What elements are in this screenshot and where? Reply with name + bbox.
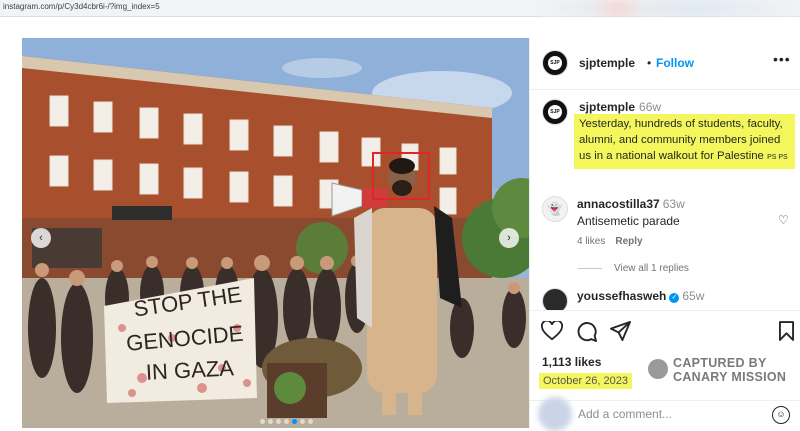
separator-dot: • xyxy=(647,56,652,70)
account-avatar[interactable]: SJP xyxy=(542,50,568,76)
user-avatar-blurred xyxy=(538,397,572,431)
carousel-dot xyxy=(308,419,313,424)
watermark-line1: CAPTURED BY xyxy=(673,356,767,370)
post-actions: 1,113 likes October 26, 2023 CAPTURED BY… xyxy=(530,310,800,400)
add-comment-bar: ☺ xyxy=(530,397,800,431)
verified-badge-icon: ✓ xyxy=(669,293,680,303)
comment-header: annacostilla37 63w xyxy=(577,197,685,211)
caption-text-highlight: Yesterday, hundreds of students, faculty… xyxy=(574,114,795,169)
save-bookmark-icon[interactable] xyxy=(779,321,794,341)
comment-text: Antisemetic parade xyxy=(577,214,680,228)
caption-time: 66w xyxy=(639,100,662,114)
banner-text-line3: IN GAZA xyxy=(145,355,235,385)
share-send-icon[interactable] xyxy=(610,321,631,341)
post-photo[interactable]: STOP THE GENOCIDE IN GAZA ‹ › xyxy=(22,38,529,428)
photo-scene: STOP THE GENOCIDE IN GAZA xyxy=(22,38,529,428)
avatar-logo-text: SJP xyxy=(548,56,562,70)
reply-button[interactable]: Reply xyxy=(615,236,642,247)
more-options-icon[interactable]: ••• xyxy=(773,51,791,67)
comment-bubble-icon[interactable] xyxy=(576,321,597,342)
canary-logo-icon xyxy=(648,359,668,379)
carousel-dot xyxy=(284,419,289,424)
likes-count[interactable]: 1,113 likes xyxy=(542,355,601,369)
previous-image-button[interactable]: ‹ xyxy=(31,228,51,248)
account-username[interactable]: sjptemple xyxy=(579,56,635,70)
carousel-dot xyxy=(292,419,297,424)
carousel-dot xyxy=(276,419,281,424)
like-heart-icon[interactable] xyxy=(541,321,563,341)
comment-username[interactable]: annacostilla37 xyxy=(577,197,660,211)
browser-address-bar[interactable]: instagram.com/p/Cy3d4cbr6i-/?img_index=5 xyxy=(0,0,800,17)
caption-text: Yesterday, hundreds of students, faculty… xyxy=(579,118,783,162)
view-replies-link[interactable]: View all 1 replies xyxy=(578,263,689,274)
caption-avatar[interactable]: SJP xyxy=(542,99,568,125)
carousel-dot xyxy=(300,419,305,424)
url-text[interactable]: instagram.com/p/Cy3d4cbr6i-/?img_index=5 xyxy=(3,2,160,11)
post-panel: SJP sjptemple • Follow ••• SJP sjptemple… xyxy=(529,38,800,431)
comment-likes[interactable]: 4 likes xyxy=(577,236,605,247)
ghost-avatar-icon[interactable]: 👻 xyxy=(542,196,568,222)
avatar-logo-text: SJP xyxy=(548,105,562,119)
comment-time: 63w xyxy=(662,197,685,211)
comment-time: 65w xyxy=(682,289,705,303)
caption-username[interactable]: sjptemple xyxy=(579,100,635,114)
carousel-dots xyxy=(260,419,313,424)
carousel-dot xyxy=(260,419,265,424)
watermark-stamp: CAPTURED BY CANARY MISSION xyxy=(648,355,798,385)
follow-button[interactable]: Follow xyxy=(656,56,694,70)
emoji-picker-icon[interactable]: ☺ xyxy=(772,406,790,424)
comment-header: youssefhasweh ✓ 65w xyxy=(577,289,704,303)
watermark-line2: CANARY MISSION xyxy=(673,370,787,384)
next-image-button[interactable]: › xyxy=(499,228,519,248)
carousel-dot xyxy=(268,419,273,424)
caption-header: sjptemple 66w xyxy=(579,100,661,114)
post-date: October 26, 2023 xyxy=(539,373,633,389)
flag-emoji-text: PS PS xyxy=(767,154,788,161)
add-comment-input[interactable] xyxy=(578,407,758,421)
post-header: SJP sjptemple • Follow ••• xyxy=(530,38,800,90)
comment-username[interactable]: youssefhasweh xyxy=(577,289,666,303)
like-comment-heart-icon[interactable]: ♡ xyxy=(778,213,789,227)
blurred-toolbar xyxy=(540,0,800,17)
comment-meta: 4 likes Reply xyxy=(577,236,643,247)
